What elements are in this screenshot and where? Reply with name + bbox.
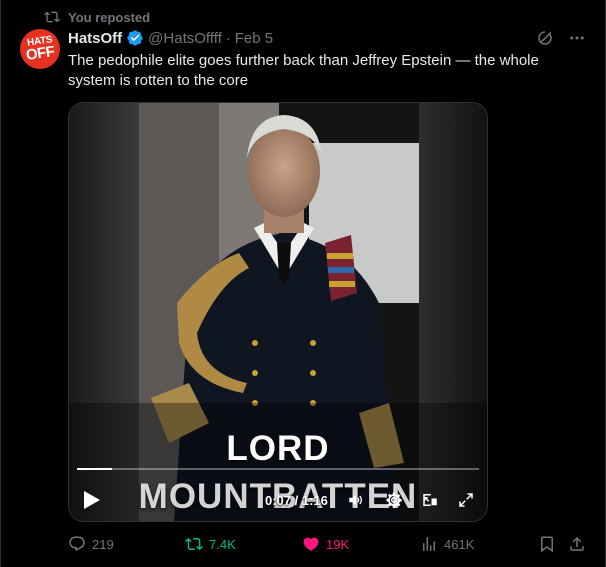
tweet-actions: 219 7.4K 19K 461K <box>68 535 588 557</box>
share-button[interactable] <box>568 535 586 553</box>
volume-button[interactable] <box>347 491 365 509</box>
settings-button[interactable] <box>385 491 403 509</box>
video-caption-line1: LORD <box>226 429 330 468</box>
repost-banner-text: You reposted <box>68 9 151 25</box>
repost-icon <box>185 537 203 551</box>
tweet-header: HatsOff @HatsOffff · Feb 5 <box>68 29 273 47</box>
views-chart-icon <box>423 537 435 551</box>
repost-icon <box>44 11 60 23</box>
avatar-logo-line2: OFF <box>24 43 56 65</box>
reply-count: 219 <box>92 536 114 552</box>
fullscreen-button[interactable] <box>457 491 475 509</box>
like-button[interactable]: 19K <box>302 535 349 553</box>
play-button[interactable] <box>83 490 101 510</box>
video-time-display: 0:07 / 1:16 <box>265 493 328 508</box>
author-handle[interactable]: @HatsOffff <box>148 30 222 47</box>
header-separator: · <box>225 29 231 47</box>
play-icon <box>84 491 100 509</box>
avatar[interactable]: HATS OFF <box>20 29 60 69</box>
timeline-border-left <box>0 0 1 567</box>
reply-icon <box>69 536 85 552</box>
grok-icon[interactable] <box>536 29 554 47</box>
views-button[interactable]: 461K <box>420 535 474 553</box>
verified-badge-icon[interactable] <box>126 29 144 47</box>
more-options-icon[interactable] <box>568 29 586 47</box>
repost-banner[interactable]: You reposted <box>44 9 150 25</box>
bookmark-icon <box>541 536 553 553</box>
settings-icon <box>386 492 402 508</box>
video-progress-bar[interactable] <box>77 468 479 470</box>
author-display-name[interactable]: HatsOff <box>68 30 122 47</box>
like-count: 19K <box>326 536 350 552</box>
volume-icon <box>349 494 362 506</box>
bookmark-button[interactable] <box>538 535 556 553</box>
heart-filled-icon <box>303 537 319 551</box>
video-progress-fill <box>77 468 112 470</box>
tweet-date[interactable]: Feb 5 <box>235 30 273 47</box>
tweet-top-actions <box>536 29 586 47</box>
fullscreen-icon <box>459 493 473 507</box>
repost-count: 7.4K <box>209 536 236 552</box>
tweet-text: The pedophile elite goes further back th… <box>68 52 539 89</box>
repost-button[interactable]: 7.4K <box>185 535 236 553</box>
view-count: 461K <box>444 536 475 552</box>
video-controls: 0:07 / 1:16 <box>69 485 487 515</box>
picture-in-picture-icon <box>423 494 437 506</box>
picture-in-picture-button[interactable] <box>421 491 439 509</box>
reply-button[interactable]: 219 <box>68 535 114 553</box>
video-player[interactable]: LORD MOUNTBATTEN 0:07 / 1:16 <box>68 102 488 522</box>
share-icon <box>570 536 584 551</box>
